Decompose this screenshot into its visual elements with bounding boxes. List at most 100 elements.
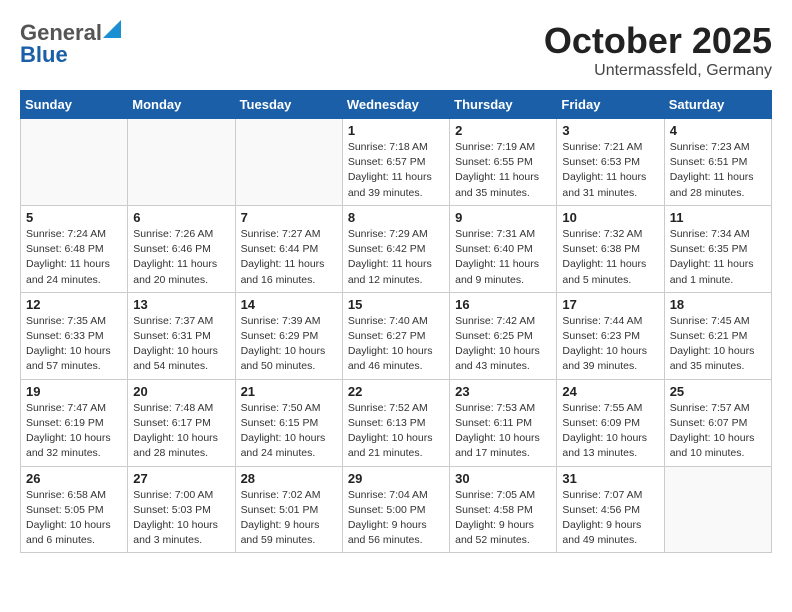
day-info: Sunrise: 7:55 AMSunset: 6:09 PMDaylight:…: [562, 401, 658, 462]
calendar-cell: 13Sunrise: 7:37 AMSunset: 6:31 PMDayligh…: [128, 292, 235, 379]
week-row-1: 1 Sunrise: 7:18 AMSunset: 6:57 PMDaylight…: [21, 119, 772, 206]
day-info: Sunrise: 7:31 AMSunset: 6:40 PMDaylight:…: [455, 227, 551, 288]
day-number: 16: [455, 297, 551, 312]
calendar-cell: 16 Sunrise: 7:42 AMSunset: 6:25 PMDayligh…: [450, 292, 557, 379]
calendar-table: SundayMondayTuesdayWednesdayThursdayFrid…: [20, 90, 772, 553]
calendar-cell: [128, 119, 235, 206]
day-number: 14: [241, 297, 337, 312]
calendar-cell: 30 Sunrise: 7:05 AMSunset: 4:58 PMDayligh…: [450, 466, 557, 553]
day-number: 19: [26, 384, 122, 399]
day-info: Sunrise: 7:37 AMSunset: 6:31 PMDaylight:…: [133, 314, 229, 375]
day-number: 18: [670, 297, 766, 312]
calendar-cell: 26 Sunrise: 6:58 AMSunset: 5:05 PMDayligh…: [21, 466, 128, 553]
day-info: Sunrise: 7:45 AMSunset: 6:21 PMDaylight:…: [670, 314, 766, 375]
weekday-header-row: SundayMondayTuesdayWednesdayThursdayFrid…: [21, 91, 772, 119]
weekday-header-thursday: Thursday: [450, 91, 557, 119]
day-info: Sunrise: 7:27 AMSunset: 6:44 PMDaylight:…: [241, 227, 337, 288]
day-number: 23: [455, 384, 551, 399]
day-number: 3: [562, 123, 658, 138]
day-info: Sunrise: 7:24 AMSunset: 6:48 PMDaylight:…: [26, 227, 122, 288]
day-info: Sunrise: 7:21 AMSunset: 6:53 PMDaylight:…: [562, 140, 658, 201]
calendar-cell: 23 Sunrise: 7:53 AMSunset: 6:11 PMDayligh…: [450, 379, 557, 466]
day-number: 28: [241, 471, 337, 486]
day-number: 12: [26, 297, 122, 312]
day-info: Sunrise: 7:05 AMSunset: 4:58 PMDaylight:…: [455, 488, 551, 549]
week-row-4: 19 Sunrise: 7:47 AMSunset: 6:19 PMDayligh…: [21, 379, 772, 466]
day-info: Sunrise: 7:23 AMSunset: 6:51 PMDaylight:…: [670, 140, 766, 201]
day-number: 9: [455, 210, 551, 225]
day-info: Sunrise: 7:47 AMSunset: 6:19 PMDaylight:…: [26, 401, 122, 462]
week-row-3: 12 Sunrise: 7:35 AMSunset: 6:33 PMDayligh…: [21, 292, 772, 379]
week-row-2: 5 Sunrise: 7:24 AMSunset: 6:48 PMDaylight…: [21, 205, 772, 292]
month-title: October 2025: [544, 20, 772, 62]
day-number: 26: [26, 471, 122, 486]
calendar-cell: 20Sunrise: 7:48 AMSunset: 6:17 PMDayligh…: [128, 379, 235, 466]
day-info: Sunrise: 7:53 AMSunset: 6:11 PMDaylight:…: [455, 401, 551, 462]
day-info: Sunrise: 7:32 AMSunset: 6:38 PMDaylight:…: [562, 227, 658, 288]
calendar-cell: 27Sunrise: 7:00 AMSunset: 5:03 PMDayligh…: [128, 466, 235, 553]
day-number: 20: [133, 384, 229, 399]
title-block: October 2025 Untermassfeld, Germany: [544, 20, 772, 80]
location: Untermassfeld, Germany: [544, 62, 772, 80]
day-info: Sunrise: 7:29 AMSunset: 6:42 PMDaylight:…: [348, 227, 444, 288]
day-info: Sunrise: 7:02 AMSunset: 5:01 PMDaylight:…: [241, 488, 337, 549]
weekday-header-monday: Monday: [128, 91, 235, 119]
calendar-cell: 6Sunrise: 7:26 AMSunset: 6:46 PMDaylight…: [128, 205, 235, 292]
logo: General Blue: [20, 20, 121, 68]
day-info: Sunrise: 7:52 AMSunset: 6:13 PMDaylight:…: [348, 401, 444, 462]
week-row-5: 26 Sunrise: 6:58 AMSunset: 5:05 PMDayligh…: [21, 466, 772, 553]
weekday-header-wednesday: Wednesday: [342, 91, 449, 119]
calendar-cell: [21, 119, 128, 206]
page-header: General Blue October 2025 Untermassfeld,…: [20, 20, 772, 80]
day-info: Sunrise: 7:18 AMSunset: 6:57 PMDaylight:…: [348, 140, 444, 201]
day-info: Sunrise: 7:26 AMSunset: 6:46 PMDaylight:…: [133, 227, 229, 288]
day-info: Sunrise: 7:04 AMSunset: 5:00 PMDaylight:…: [348, 488, 444, 549]
day-info: Sunrise: 7:07 AMSunset: 4:56 PMDaylight:…: [562, 488, 658, 549]
day-info: Sunrise: 7:50 AMSunset: 6:15 PMDaylight:…: [241, 401, 337, 462]
calendar-cell: 5 Sunrise: 7:24 AMSunset: 6:48 PMDaylight…: [21, 205, 128, 292]
day-number: 21: [241, 384, 337, 399]
weekday-header-saturday: Saturday: [664, 91, 771, 119]
day-number: 8: [348, 210, 444, 225]
calendar-cell: [235, 119, 342, 206]
day-number: 31: [562, 471, 658, 486]
weekday-header-sunday: Sunday: [21, 91, 128, 119]
day-number: 29: [348, 471, 444, 486]
day-number: 1: [348, 123, 444, 138]
calendar-cell: 8 Sunrise: 7:29 AMSunset: 6:42 PMDaylight…: [342, 205, 449, 292]
weekday-header-friday: Friday: [557, 91, 664, 119]
calendar-cell: 25Sunrise: 7:57 AMSunset: 6:07 PMDayligh…: [664, 379, 771, 466]
calendar-cell: 9 Sunrise: 7:31 AMSunset: 6:40 PMDaylight…: [450, 205, 557, 292]
day-number: 11: [670, 210, 766, 225]
calendar-cell: 10Sunrise: 7:32 AMSunset: 6:38 PMDayligh…: [557, 205, 664, 292]
calendar-cell: 14 Sunrise: 7:39 AMSunset: 6:29 PMDayligh…: [235, 292, 342, 379]
calendar-cell: 18 Sunrise: 7:45 AMSunset: 6:21 PMDayligh…: [664, 292, 771, 379]
day-info: Sunrise: 7:34 AMSunset: 6:35 PMDaylight:…: [670, 227, 766, 288]
day-number: 27: [133, 471, 229, 486]
day-number: 17: [562, 297, 658, 312]
day-number: 5: [26, 210, 122, 225]
day-number: 4: [670, 123, 766, 138]
day-info: Sunrise: 7:39 AMSunset: 6:29 PMDaylight:…: [241, 314, 337, 375]
weekday-header-tuesday: Tuesday: [235, 91, 342, 119]
calendar-cell: 22Sunrise: 7:52 AMSunset: 6:13 PMDayligh…: [342, 379, 449, 466]
day-number: 30: [455, 471, 551, 486]
day-info: Sunrise: 7:35 AMSunset: 6:33 PMDaylight:…: [26, 314, 122, 375]
calendar-cell: 7Sunrise: 7:27 AMSunset: 6:44 PMDaylight…: [235, 205, 342, 292]
calendar-cell: 1 Sunrise: 7:18 AMSunset: 6:57 PMDaylight…: [342, 119, 449, 206]
day-info: Sunrise: 7:40 AMSunset: 6:27 PMDaylight:…: [348, 314, 444, 375]
calendar-cell: 28 Sunrise: 7:02 AMSunset: 5:01 PMDayligh…: [235, 466, 342, 553]
calendar-cell: 31 Sunrise: 7:07 AMSunset: 4:56 PMDayligh…: [557, 466, 664, 553]
logo-blue: Blue: [20, 42, 68, 68]
calendar-cell: 3 Sunrise: 7:21 AMSunset: 6:53 PMDaylight…: [557, 119, 664, 206]
day-number: 2: [455, 123, 551, 138]
day-info: Sunrise: 7:42 AMSunset: 6:25 PMDaylight:…: [455, 314, 551, 375]
day-info: Sunrise: 7:44 AMSunset: 6:23 PMDaylight:…: [562, 314, 658, 375]
day-number: 25: [670, 384, 766, 399]
day-info: Sunrise: 6:58 AMSunset: 5:05 PMDaylight:…: [26, 488, 122, 549]
day-info: Sunrise: 7:19 AMSunset: 6:55 PMDaylight:…: [455, 140, 551, 201]
calendar-cell: 29 Sunrise: 7:04 AMSunset: 5:00 PMDayligh…: [342, 466, 449, 553]
calendar-cell: 11 Sunrise: 7:34 AMSunset: 6:35 PMDayligh…: [664, 205, 771, 292]
calendar-cell: 4 Sunrise: 7:23 AMSunset: 6:51 PMDaylight…: [664, 119, 771, 206]
calendar-cell: 24Sunrise: 7:55 AMSunset: 6:09 PMDayligh…: [557, 379, 664, 466]
